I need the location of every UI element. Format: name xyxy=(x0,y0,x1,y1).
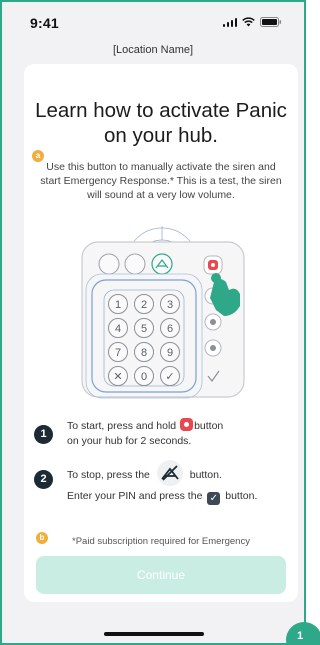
step-1-line2: on your hub for 2 seconds. xyxy=(67,435,192,447)
continue-button[interactable]: Continue xyxy=(36,556,286,594)
keypad-key-label: ✓ xyxy=(165,371,174,383)
step-number-1: 1 xyxy=(34,425,53,444)
keypad-key-label: 8 xyxy=(141,347,147,359)
disarm-icon xyxy=(156,460,183,486)
step-2-line2-before: Enter your PIN and press the xyxy=(67,490,203,502)
keypad-key-label: 3 xyxy=(167,299,173,311)
step-1-text: To start, press and hold button on your … xyxy=(67,418,223,449)
step-2-text: To stop, press the button. Enter your PI… xyxy=(67,460,257,506)
wifi-icon xyxy=(242,17,255,27)
hub-keypad-image: 1 2 3 4 5 6 7 8 9 ✕ 0 ✓ xyxy=(81,226,245,399)
keypad-key-label: 6 xyxy=(167,323,173,335)
step-2-text-before: To stop, press the xyxy=(67,469,150,481)
step-number-2: 2 xyxy=(34,470,53,489)
keypad-key-label: 4 xyxy=(115,323,121,335)
panic-button-icon xyxy=(180,418,194,431)
status-bar: 9:41 xyxy=(2,2,304,38)
status-icons xyxy=(222,17,283,27)
hub-illustration: 1 2 3 4 5 6 7 8 9 ✕ 0 ✓ xyxy=(74,224,254,404)
location-name: [Location Name] xyxy=(112,44,194,56)
step-2: 2 To stop, press the button. Enter your … xyxy=(34,460,288,508)
step-2-line2-after: button. xyxy=(225,490,258,502)
keypad-key-label: 2 xyxy=(141,299,147,311)
footnote-text: *Paid subscription required for Emergenc… xyxy=(72,536,250,547)
page-title: Learn how to activate Panic on your hub. xyxy=(35,99,287,147)
keypad-key-label: 1 xyxy=(115,299,121,311)
keypad-key-label: 7 xyxy=(115,347,121,359)
tutorial-card: Learn how to activate Panic on your hub.… xyxy=(24,64,298,602)
battery-icon xyxy=(260,17,282,27)
step-2-text-after: button. xyxy=(189,469,222,481)
check-icon: ✓ xyxy=(207,492,221,505)
keypad-key-label: 0 xyxy=(141,371,147,383)
description-text: Use this button to manually activate the… xyxy=(40,161,282,201)
home-indicator xyxy=(104,632,204,636)
step-1-text-before: To start, press and hold xyxy=(67,420,177,432)
app-frame: 9:41 [Location Name] Learn how to activa… xyxy=(0,0,306,645)
keypad-key-label: 5 xyxy=(141,323,147,335)
status-time: 9:41 xyxy=(30,15,59,31)
keypad-key-label: 9 xyxy=(167,347,173,359)
keypad-key-label: ✕ xyxy=(113,371,122,383)
corner-badge-label: 1 xyxy=(297,630,304,642)
signal-icon xyxy=(222,17,237,27)
step-1-text-after: button xyxy=(194,420,224,432)
step-1: 1 To start, press and hold button on you… xyxy=(34,417,288,449)
